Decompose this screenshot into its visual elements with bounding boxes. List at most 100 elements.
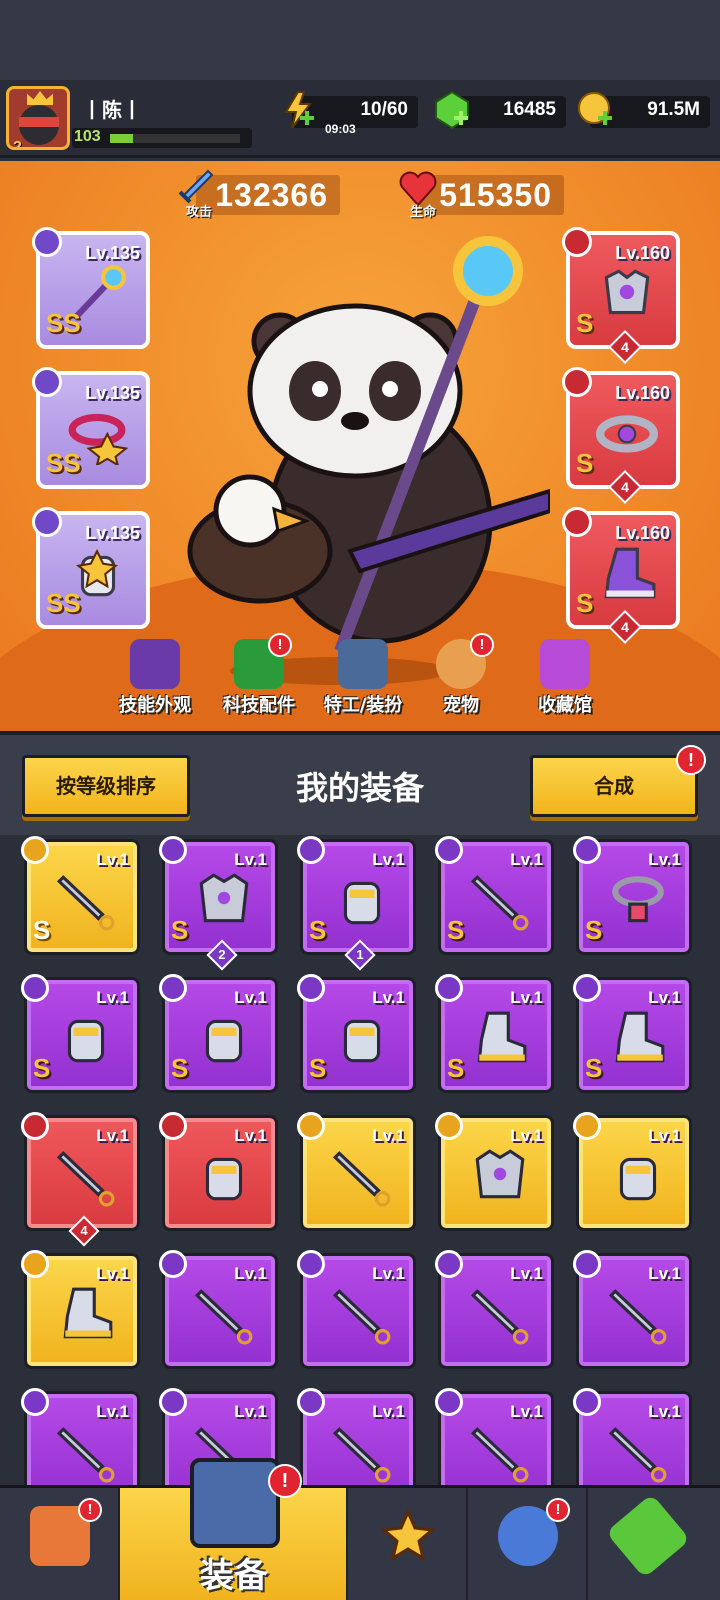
inventory-item-boots[interactable]: Lv.1 S xyxy=(435,974,554,1093)
lightning-add-icon xyxy=(284,91,314,129)
equipped-weapon-slot[interactable]: Lv.135 SS xyxy=(32,227,150,349)
item-grade: S xyxy=(33,1053,51,1083)
tech-parts-button[interactable]: ! 科技配件 xyxy=(204,631,314,721)
armor-type-icon xyxy=(562,227,592,257)
slot-level: Lv.160 xyxy=(615,243,670,263)
boot-icon xyxy=(604,547,656,599)
necklace-type-icon xyxy=(573,836,601,864)
weapon-type-icon xyxy=(435,1250,463,1278)
inventory-item-weapon[interactable]: Lv.1 xyxy=(573,1388,692,1485)
equipped-armor-slot[interactable]: Lv.160 S 4 xyxy=(562,227,680,364)
panda-hero-character[interactable] xyxy=(170,231,550,691)
inventory-item-weapon[interactable]: Lv.1 xyxy=(435,1250,554,1369)
boots-type-icon xyxy=(435,974,463,1002)
inventory-item-weapon[interactable]: Lv.1 xyxy=(573,1250,692,1369)
pets-button[interactable]: ! 宠物 xyxy=(406,631,516,721)
item-level: Lv.1 xyxy=(234,1264,267,1283)
dna-capsule-icon xyxy=(605,1493,691,1579)
inventory-item-necklace[interactable]: Lv.1 S xyxy=(573,836,692,955)
belt-type-icon xyxy=(562,367,592,397)
weapon-type-icon xyxy=(297,1250,325,1278)
agent-costume-button[interactable]: 特工/装扮 xyxy=(308,631,418,721)
star-badge: 1 xyxy=(344,939,376,971)
feature-label: 收藏馆 xyxy=(538,695,592,716)
player-avatar[interactable]: 2 xyxy=(6,86,70,150)
merge-alert-badge: ! xyxy=(676,745,706,775)
inventory-item-weapon[interactable]: Lv.1 xyxy=(159,1250,278,1369)
alert-badge: ! xyxy=(78,1498,102,1522)
coin-counter[interactable]: 91.5M xyxy=(578,92,710,128)
belt-icon xyxy=(596,415,658,453)
weapon-type-icon xyxy=(21,1388,49,1416)
inventory-item-weapon[interactable]: Lv.1 S xyxy=(21,836,140,955)
inventory-item-weapon[interactable]: Lv.1 4 xyxy=(21,1112,140,1247)
collection-button[interactable]: 收藏馆 xyxy=(510,631,620,721)
avatar-level: 2 xyxy=(13,139,22,150)
health-value: 515350 xyxy=(439,177,552,213)
sort-by-level-button[interactable]: 按等级排序 xyxy=(22,755,190,817)
merge-button[interactable]: 合成 xyxy=(530,755,698,817)
gloves-icon xyxy=(205,1019,243,1063)
inventory-item-gloves[interactable]: Lv.1 S xyxy=(159,974,278,1093)
inventory-item-weapon[interactable]: Lv.1 S xyxy=(435,836,554,955)
inventory-item-armor[interactable]: Lv.1 xyxy=(435,1112,554,1231)
weapon-type-icon xyxy=(159,1388,187,1416)
inventory-item-weapon[interactable]: Lv.1 xyxy=(297,1112,416,1231)
item-level: Lv.1 xyxy=(648,850,681,869)
inventory-item-gloves[interactable]: Lv.1 xyxy=(573,1112,692,1231)
inventory-grid: Lv.1 S Lv.1 S 2 Lv.1 S 1 Lv.1 S Lv.1 S Lv.1 S Lv.1 S Lv.… xyxy=(0,835,720,1485)
necklace-icon xyxy=(612,876,664,923)
inventory-item-gloves[interactable]: Lv.1 xyxy=(159,1112,278,1231)
inventory-item-boots[interactable]: Lv.1 xyxy=(21,1250,140,1369)
weapon-type-icon xyxy=(573,1388,601,1416)
agent-icon xyxy=(338,639,388,689)
inventory-item-weapon[interactable]: Lv.1 xyxy=(435,1388,554,1485)
equipped-belt-slot[interactable]: Lv.160 S 4 xyxy=(562,367,680,504)
attack-label: 攻击 xyxy=(186,205,213,220)
inventory-title: 我的装备 xyxy=(295,769,424,807)
nav-tab-battle[interactable] xyxy=(348,1488,468,1600)
alert-badge: ! xyxy=(546,1498,570,1522)
inventory-item-weapon[interactable]: Lv.1 xyxy=(297,1388,416,1485)
inventory-item-gloves[interactable]: Lv.1 S xyxy=(297,974,416,1093)
gem-counter[interactable]: 16485 xyxy=(435,90,566,130)
inventory-item-gloves[interactable]: Lv.1 S xyxy=(21,974,140,1093)
top-bar: 2 丨陈丨 103 10/60 09:03 16485 91.5M xyxy=(0,80,720,158)
skill-appearance-button[interactable]: 技能外观 xyxy=(100,631,210,721)
inventory-item-weapon[interactable]: Lv.1 xyxy=(297,1250,416,1369)
slot-level: Lv.135 xyxy=(85,383,140,403)
weapon-icon xyxy=(470,875,529,931)
boots-type-icon xyxy=(562,507,592,537)
alert-badge: ! xyxy=(470,633,494,657)
boots-icon xyxy=(615,1011,665,1063)
nav-tab-shop[interactable]: ! xyxy=(0,1488,120,1600)
avatar-mask xyxy=(19,117,59,127)
gem-value: 16485 xyxy=(503,99,556,120)
inventory-item-gloves[interactable]: Lv.1 S 1 xyxy=(297,836,416,971)
inventory-item-boots[interactable]: Lv.1 S xyxy=(573,974,692,1093)
item-grade: S xyxy=(309,915,327,945)
inventory-header: 按等级排序 我的装备 合成 ! xyxy=(0,731,720,835)
nav-tab-equipment[interactable]: ! 装备 xyxy=(120,1458,348,1600)
equipped-necklace-slot[interactable]: Lv.135 SS xyxy=(32,367,150,489)
gloves-type-icon xyxy=(21,974,49,1002)
crown-icon xyxy=(27,91,53,105)
player-level: 103 xyxy=(74,128,101,145)
inventory-item-weapon[interactable]: Lv.1 xyxy=(21,1388,140,1485)
weapon-type-icon xyxy=(435,836,463,864)
weapon-icon xyxy=(608,1427,667,1483)
top-hat-icon xyxy=(130,639,180,689)
feature-label: 特工/装扮 xyxy=(323,695,403,716)
nav-tab-evolution[interactable] xyxy=(588,1488,720,1600)
equipped-boots-slot[interactable]: Lv.160 S 4 xyxy=(562,507,680,644)
item-level: Lv.1 xyxy=(372,1402,405,1421)
item-level: Lv.1 xyxy=(96,1402,129,1421)
item-level: Lv.1 xyxy=(96,850,129,869)
inventory-item-armor[interactable]: Lv.1 S 2 xyxy=(159,836,278,971)
nav-tab-skills[interactable]: ! xyxy=(468,1488,588,1600)
item-level: Lv.1 xyxy=(510,1264,543,1283)
equipped-gloves-slot[interactable]: Lv.135 SS xyxy=(32,507,150,629)
slot-level: Lv.160 xyxy=(615,383,670,403)
gloves-type-icon xyxy=(297,836,325,864)
energy-timer: 09:03 xyxy=(325,122,356,136)
